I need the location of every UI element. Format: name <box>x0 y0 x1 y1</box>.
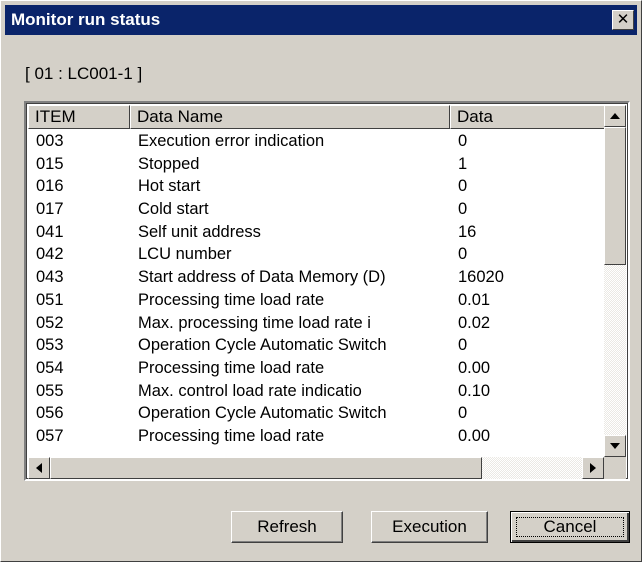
vertical-scroll-thumb[interactable] <box>604 127 626 265</box>
column-header-item[interactable]: ITEM <box>28 105 130 129</box>
scroll-up-button[interactable] <box>604 105 626 127</box>
cell-data-name: Start address of Data Memory (D) <box>138 268 386 287</box>
cell-data-value: 0 <box>458 200 468 219</box>
down-arrow-icon <box>610 443 620 449</box>
cell-data-name: Operation Cycle Automatic Switch <box>138 404 387 423</box>
table-row[interactable]: 015 Stopped 1 <box>28 153 603 176</box>
cell-data-name: Processing time load rate <box>138 426 325 445</box>
cell-data-value: 0 <box>458 404 468 423</box>
window-title: Monitor run status <box>11 10 161 29</box>
left-arrow-icon <box>36 463 42 473</box>
cell-item: 056 <box>36 404 64 423</box>
cell-item: 051 <box>36 290 64 309</box>
cell-data-value: 0 <box>458 245 468 264</box>
cell-item: 003 <box>36 132 64 150</box>
cell-item: 016 <box>36 177 64 196</box>
cell-item: 054 <box>36 358 64 377</box>
table-row[interactable]: 051 Processing time load rate 0.01 <box>28 289 603 312</box>
vertical-scrollbar[interactable] <box>604 105 626 457</box>
cell-item: 041 <box>36 222 64 241</box>
horizontal-scrollbar[interactable] <box>28 457 604 479</box>
close-button[interactable]: ✕ <box>612 10 634 30</box>
cell-data-value: 0 <box>458 132 468 150</box>
cancel-button[interactable]: Cancel <box>510 511 630 543</box>
table-row[interactable]: 053 Operation Cycle Automatic Switch 0 <box>28 334 603 357</box>
scroll-right-button[interactable] <box>582 457 604 479</box>
table-row[interactable]: 016 Hot start 0 <box>28 175 603 198</box>
cell-data-value: 16020 <box>458 268 504 287</box>
scroll-left-button[interactable] <box>28 457 50 479</box>
cell-data-name: Operation Cycle Automatic Switch <box>138 336 387 355</box>
table-row[interactable]: 056 Operation Cycle Automatic Switch 0 <box>28 402 603 425</box>
table-row[interactable]: 057 Processing time load rate 0.00 <box>28 425 603 448</box>
monitor-run-status-dialog: Monitor run status ✕ [ 01 : LC001-1 ] IT… <box>0 0 642 562</box>
table-row[interactable]: 041 Self unit address 16 <box>28 221 603 244</box>
cell-data-value: 0.10 <box>458 381 491 400</box>
cell-item: 057 <box>36 426 64 445</box>
cell-data-value: 16 <box>458 222 477 241</box>
list-rows: 003 Execution error indication 0 015 Stopped… <box>28 130 603 448</box>
cell-item: 015 <box>36 154 64 173</box>
cell-data-value: 0.00 <box>458 358 491 377</box>
column-header-data[interactable]: Data <box>450 105 610 129</box>
cell-data-name: LCU number <box>138 245 232 264</box>
list-header: ITEM Data Name Data <box>28 105 610 129</box>
up-arrow-icon <box>610 113 620 119</box>
execution-button[interactable]: Execution <box>371 511 488 543</box>
scroll-down-button[interactable] <box>604 435 626 457</box>
table-row[interactable]: 052 Max. processing time load rate i 0.02 <box>28 312 603 335</box>
cell-data-value: 0.02 <box>458 313 491 332</box>
status-list-view[interactable]: ITEM Data Name Data 003 Execution error i… <box>24 101 630 481</box>
cell-data-value: 0 <box>458 336 468 355</box>
cell-data-name: Max. control load rate indicatio <box>138 381 362 400</box>
scrollbar-corner <box>604 457 626 479</box>
cell-data-name: Processing time load rate <box>138 358 325 377</box>
cell-data-name: Stopped <box>138 154 200 173</box>
close-icon: ✕ <box>616 11 630 28</box>
horizontal-scroll-thumb[interactable] <box>50 457 482 479</box>
table-row[interactable]: 043 Start address of Data Memory (D) 16020 <box>28 266 603 289</box>
cell-data-name: Max. processing time load rate i <box>138 313 371 332</box>
refresh-button[interactable]: Refresh <box>231 511 343 543</box>
cell-data-name: Hot start <box>138 177 201 196</box>
cell-data-name: Self unit address <box>138 222 261 241</box>
cell-item: 042 <box>36 245 64 264</box>
right-arrow-icon <box>590 463 596 473</box>
table-row[interactable]: 017 Cold start 0 <box>28 198 603 221</box>
cell-data-name: Execution error indication <box>138 132 325 150</box>
cell-item: 017 <box>36 200 64 219</box>
unit-label: [ 01 : LC001-1 ] <box>25 64 143 83</box>
table-row[interactable]: 055 Max. control load rate indicatio 0.10 <box>28 380 603 403</box>
table-row[interactable]: 003 Execution error indication 0 <box>28 130 603 153</box>
table-row[interactable]: 054 Processing time load rate 0.00 <box>28 357 603 380</box>
cell-item: 052 <box>36 313 64 332</box>
focus-rectangle <box>516 517 624 537</box>
cell-data-value: 0 <box>458 177 468 196</box>
title-bar[interactable]: Monitor run status ✕ <box>5 5 637 35</box>
cell-data-value: 1 <box>458 154 468 173</box>
cell-item: 053 <box>36 336 64 355</box>
cell-data-value: 0.00 <box>458 426 491 445</box>
cell-data-value: 0.01 <box>458 290 491 309</box>
cell-data-name: Cold start <box>138 200 209 219</box>
table-row[interactable]: 042 LCU number 0 <box>28 243 603 266</box>
column-header-data-name[interactable]: Data Name <box>130 105 450 129</box>
cell-data-name: Processing time load rate <box>138 290 325 309</box>
cell-item: 055 <box>36 381 64 400</box>
cell-item: 043 <box>36 268 64 287</box>
